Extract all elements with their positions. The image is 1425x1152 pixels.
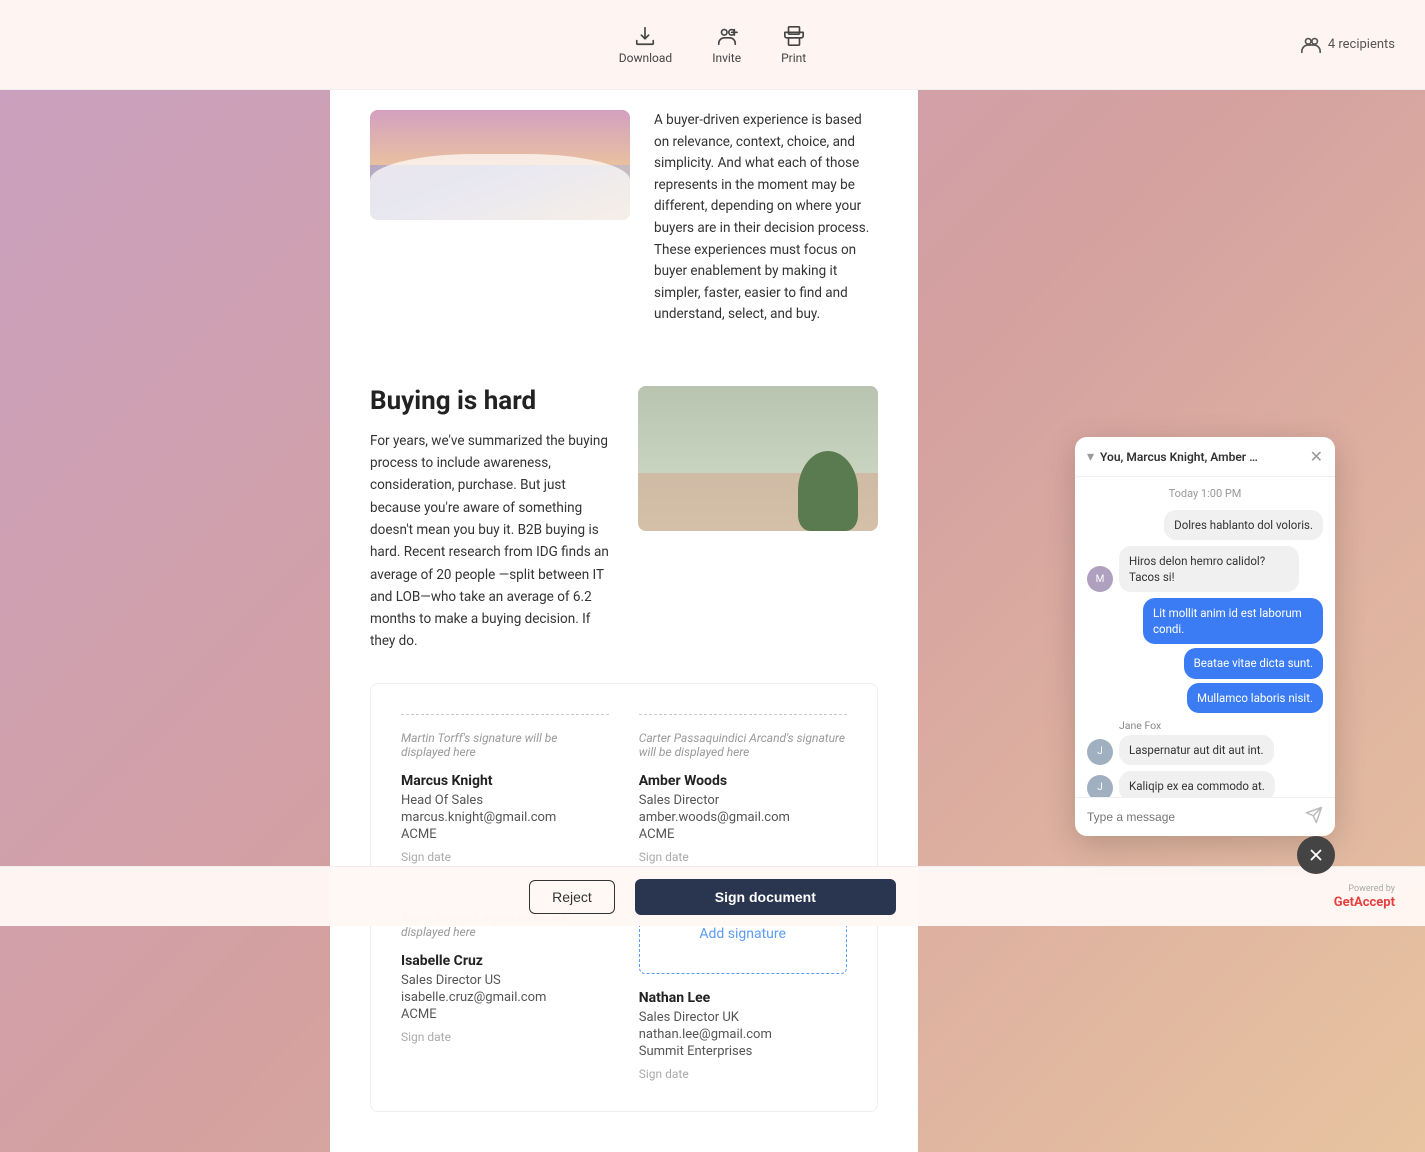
chat-bubble-1: Dolres hablanto dol voloris. <box>1164 510 1323 540</box>
signature-block-1: Martin Torff's signature will be display… <box>401 714 609 864</box>
chat-messages: Today 1:00 PM Dolres hablanto dol volori… <box>1075 477 1335 797</box>
chat-sender-jane: Jane Fox <box>1119 719 1323 732</box>
chat-message-input[interactable] <box>1087 810 1297 824</box>
chat-title: You, Marcus Knight, Amber Wo... <box>1100 450 1260 464</box>
intro-text: A buyer-driven experience is based on re… <box>654 110 878 326</box>
recipients-button[interactable]: 4 recipients <box>1300 34 1395 56</box>
chat-outgoing-group: Lit mollit anim id est laborum condi. Be… <box>1087 598 1323 712</box>
document-area: A buyer-driven experience is based on re… <box>330 90 918 1152</box>
chat-message-1: Dolres hablanto dol voloris. <box>1087 510 1323 540</box>
sig-company-1: ACME <box>401 827 609 842</box>
chat-header: ▾ You, Marcus Knight, Amber Wo... ✕ <box>1075 437 1335 477</box>
chat-collapse-icon[interactable]: ▾ <box>1087 449 1094 465</box>
sig-company-2: ACME <box>639 827 847 842</box>
chat-panel: ▾ You, Marcus Knight, Amber Wo... ✕ Toda… <box>1075 437 1335 836</box>
powered-by-label: Powered by <box>1348 884 1395 894</box>
print-label: Print <box>781 51 806 65</box>
chat-date-label: Today 1:00 PM <box>1087 487 1323 500</box>
signature-block-2: Carter Passaquindici Arcand's signature … <box>639 714 847 864</box>
chat-bubble-6: Laspernatur aut dit aut int. <box>1119 735 1274 765</box>
invite-button[interactable]: Invite <box>712 25 741 65</box>
chat-bubble-5: Mullamco laboris nisit. <box>1187 683 1323 713</box>
buying-image <box>638 386 878 531</box>
hero-section: A buyer-driven experience is based on re… <box>370 110 878 356</box>
chat-message-2: M Hiros delon hemro calidol? Tacos si! <box>1087 546 1323 592</box>
reject-button[interactable]: Reject <box>529 880 615 914</box>
hero-image <box>370 110 630 220</box>
getaccept-logo: Powered by GetAccept <box>1334 884 1395 910</box>
sig-email-4: nathan.lee@gmail.com <box>639 1027 847 1042</box>
sig-date-2: Sign date <box>639 850 847 864</box>
toolbar: Download Invite Print 4 recipients <box>0 0 1425 90</box>
sig-name-4: Nathan Lee <box>639 990 847 1006</box>
brand-name: GetAccept <box>1334 895 1395 910</box>
chat-close-fab[interactable] <box>1297 836 1335 874</box>
invite-label: Invite <box>712 51 741 65</box>
sig-role-1: Head Of Sales <box>401 793 609 808</box>
sign-document-button[interactable]: Sign document <box>635 879 896 915</box>
chat-avatar-marcus: M <box>1087 566 1113 592</box>
sig-email-3: isabelle.cruz@gmail.com <box>401 990 609 1005</box>
sig-role-3: Sales Director US <box>401 973 609 988</box>
sig-role-2: Sales Director <box>639 793 847 808</box>
sig-date-1: Sign date <box>401 850 609 864</box>
sig-company-3: ACME <box>401 1007 609 1022</box>
sig-date-3: Sign date <box>401 1030 609 1044</box>
intro-paragraph: A buyer-driven experience is based on re… <box>654 110 878 326</box>
left-decorative-area <box>0 90 330 1152</box>
sig-company-4: Summit Enterprises <box>639 1044 847 1059</box>
brand-get: Get <box>1334 895 1354 910</box>
sig-placeholder-2: Carter Passaquindici Arcand's signature … <box>639 731 847 759</box>
sig-placeholder-1: Martin Torff's signature will be display… <box>401 731 609 759</box>
sig-date-4: Sign date <box>639 1067 847 1081</box>
chat-send-button[interactable] <box>1305 806 1323 828</box>
buying-text: Buying is hard For years, we've summariz… <box>370 386 614 653</box>
chat-message-jane-2: J Kaliqip ex ea commodo at. <box>1087 771 1323 797</box>
sig-name-2: Amber Woods <box>639 773 847 789</box>
sig-email-2: amber.woods@gmail.com <box>639 810 847 825</box>
add-signature-label: Add signature <box>699 926 786 942</box>
brand-accept: Accept <box>1354 895 1395 910</box>
sig-name-1: Marcus Knight <box>401 773 609 789</box>
chat-bubble-2: Hiros delon hemro calidol? Tacos si! <box>1119 546 1299 592</box>
chat-input-area <box>1075 797 1335 836</box>
chat-close-icon[interactable]: ✕ <box>1310 447 1323 466</box>
sig-email-1: marcus.knight@gmail.com <box>401 810 609 825</box>
chat-bubble-7: Kaliqip ex ea commodo at. <box>1119 771 1275 797</box>
chat-bubble-3: Lit mollit anim id est laborum condi. <box>1143 598 1323 644</box>
download-label: Download <box>619 51 672 65</box>
print-button[interactable]: Print <box>781 25 806 65</box>
chat-bubble-4: Beatae vitae dicta sunt. <box>1184 648 1323 678</box>
sig-name-3: Isabelle Cruz <box>401 953 609 969</box>
sig-role-4: Sales Director UK <box>639 1010 847 1025</box>
chat-header-left: ▾ You, Marcus Knight, Amber Wo... <box>1087 449 1260 465</box>
chat-avatar-jane: J <box>1087 739 1113 765</box>
recipients-label: 4 recipients <box>1328 37 1395 52</box>
buying-section: Buying is hard For years, we've summariz… <box>370 386 878 653</box>
chat-avatar-jane-2: J <box>1087 775 1113 797</box>
buying-title: Buying is hard <box>370 386 614 416</box>
download-button[interactable]: Download <box>619 25 672 65</box>
buying-body: For years, we've summarized the buying p… <box>370 430 614 653</box>
chat-message-jane-1: J Laspernatur aut dit aut int. <box>1087 735 1323 765</box>
bottom-bar: Reject Sign document Powered by GetAccep… <box>0 866 1425 926</box>
